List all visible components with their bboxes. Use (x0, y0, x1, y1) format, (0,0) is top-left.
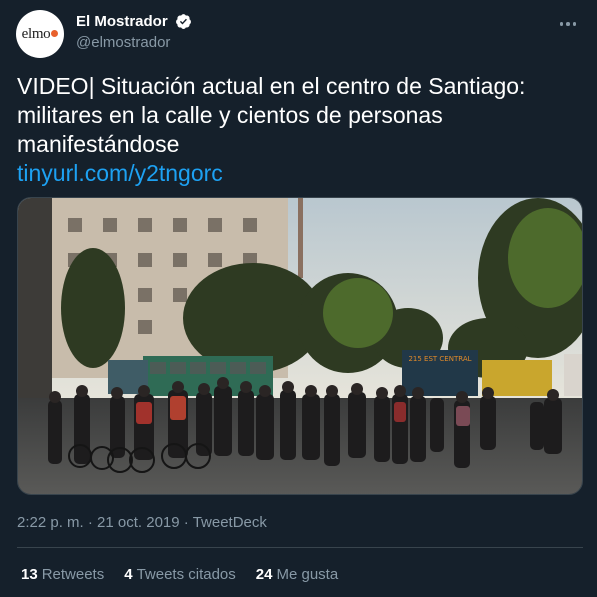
tweet-date[interactable]: 21 oct. 2019 (97, 514, 180, 531)
tweet-time[interactable]: 2:22 p. m. (17, 514, 84, 531)
tweet-link[interactable]: tinyurl.com/y2tngorc (17, 159, 577, 188)
tweet-media-photo[interactable]: 215 EST CENTRAL (17, 197, 583, 495)
quotes-count: 4 (124, 566, 133, 583)
tweet-meta: 2:22 p. m. · 21 oct. 2019 · TweetDeck (17, 514, 267, 531)
likes-stat[interactable]: 24 Me gusta (256, 566, 338, 583)
tweet-source[interactable]: TweetDeck (193, 514, 267, 531)
display-name[interactable]: El Mostrador (76, 13, 168, 30)
author-handle[interactable]: @elmostrador (76, 34, 192, 51)
tweet-card: elmo El Mostrador @elmostrador VIDEO| Si… (0, 0, 597, 597)
retweets-stat[interactable]: 13 Retweets (21, 566, 104, 583)
more-dot (572, 22, 577, 26)
bus-sign: 215 EST CENTRAL (408, 355, 471, 363)
more-dot (566, 22, 570, 26)
tweet-header: elmo El Mostrador @elmostrador (16, 10, 582, 58)
meta-separator: · (87, 514, 93, 531)
avatar[interactable]: elmo (16, 10, 64, 58)
quotes-label: Tweets citados (136, 566, 236, 583)
quotes-stat[interactable]: 4 Tweets citados (124, 566, 236, 583)
avatar-logo-dot (51, 29, 59, 37)
building-left (18, 198, 52, 398)
more-options-icon[interactable] (556, 12, 580, 36)
meta-separator: · (183, 514, 189, 531)
likes-label: Me gusta (276, 566, 339, 583)
more-dot (559, 22, 564, 26)
retweets-label: Retweets (41, 566, 105, 583)
tweet-stats: 13 Retweets 4 Tweets citados 24 Me gusta (21, 566, 338, 583)
divider (17, 547, 583, 548)
retweets-count: 13 (21, 566, 38, 583)
avatar-logo-text: elmo (21, 25, 51, 42)
tweet-text: VIDEO| Situación actual en el centro de … (17, 72, 577, 188)
tweet-body: VIDEO| Situación actual en el centro de … (17, 73, 526, 157)
street-photo: 215 EST CENTRAL (18, 198, 582, 494)
author-names: El Mostrador @elmostrador (76, 13, 192, 51)
likes-count: 24 (255, 566, 273, 583)
crane (298, 198, 303, 278)
verified-badge-icon (176, 14, 192, 30)
